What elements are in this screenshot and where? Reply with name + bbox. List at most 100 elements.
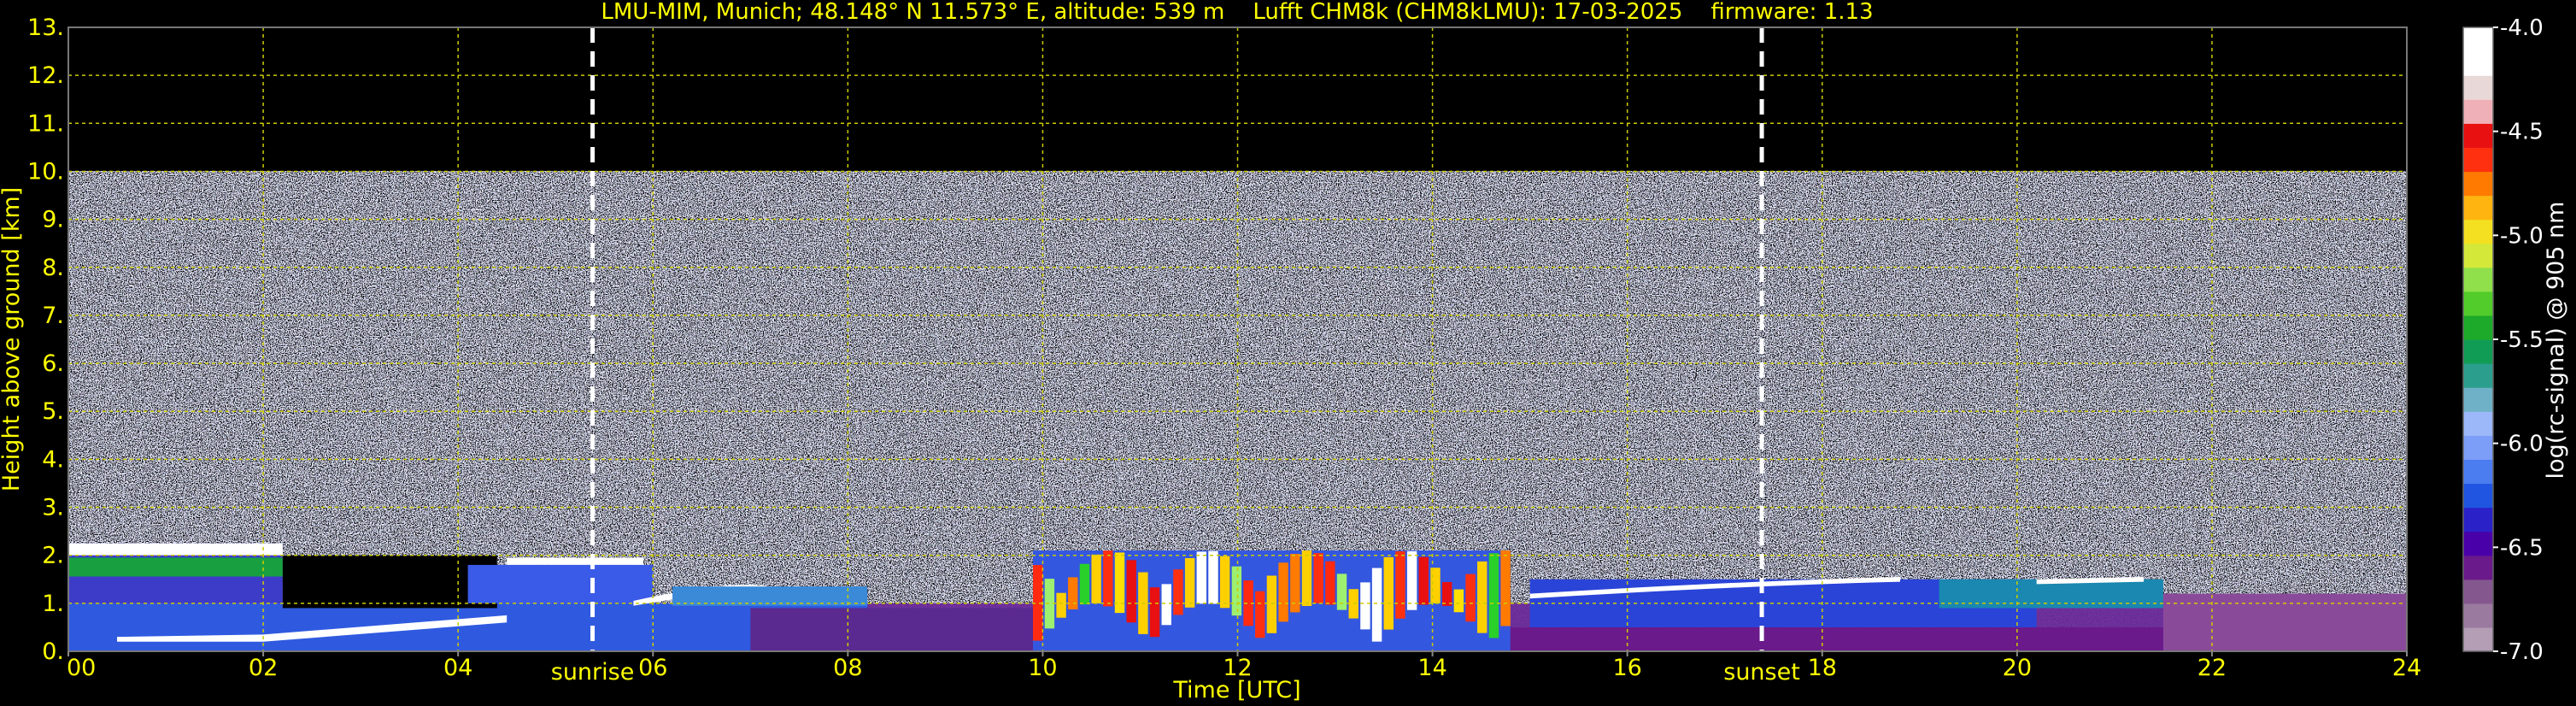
sunset-label: sunset — [1723, 659, 1800, 685]
colorbar-swatch — [2463, 555, 2493, 580]
colorbar-tick-label: -7.0 — [2500, 639, 2544, 665]
colorbar-tick-label: -5.5 — [2500, 327, 2544, 353]
convective-cell — [1441, 582, 1452, 606]
colorbar-swatch — [2463, 171, 2493, 197]
x-tick-label: 10 — [1028, 655, 1057, 681]
colorbar-tick-label: -4.0 — [2500, 15, 2544, 41]
y-tick-label: 2. — [42, 543, 64, 569]
night-purple — [2162, 593, 2407, 651]
morning-cyan — [672, 586, 868, 606]
x-tick-label: 08 — [833, 655, 862, 681]
x-tick-label: 02 — [249, 655, 278, 681]
convective-cell — [1231, 566, 1242, 616]
y-tick-label: 11. — [27, 110, 64, 137]
convective-cell — [1184, 557, 1195, 608]
colorbar-swatch — [2463, 99, 2493, 124]
convective-cell — [1103, 550, 1113, 607]
y-tick-label: 0. — [42, 638, 64, 665]
colorbar-swatch — [2463, 363, 2493, 388]
colorbar-swatch — [2463, 531, 2493, 556]
y-tick-label: 7. — [42, 303, 64, 329]
convective-cell — [1149, 587, 1160, 638]
residual-band-green — [68, 557, 283, 577]
y-tick-label: 3. — [42, 495, 64, 521]
colorbar-swatch — [2463, 627, 2493, 652]
colorbar-swatch — [2463, 51, 2493, 76]
convective-cell — [1068, 577, 1078, 610]
sunrise-aerosol — [467, 564, 654, 603]
colorbar — [2462, 26, 2494, 652]
sunrise-cloud — [507, 557, 643, 565]
convective-cell — [1091, 554, 1101, 603]
colorbar-swatch — [2463, 219, 2493, 244]
convective-cell — [1488, 553, 1499, 638]
sunrise-label: sunrise — [551, 659, 635, 685]
colorbar-swatch — [2463, 339, 2493, 364]
convective-cell — [1360, 582, 1370, 630]
colorbar-tick-label: -6.0 — [2500, 432, 2544, 457]
y-tick-label: 10. — [27, 158, 64, 185]
residual-layer-top — [68, 543, 283, 556]
x-tick-label: 14 — [1417, 655, 1446, 681]
colorbar-swatch — [2463, 27, 2493, 52]
y-tick-label: 1. — [42, 591, 64, 617]
ceilometer-chart: 00 02 04 06 08 10 12 14 16 18 20 22 24 0.1.2.3.4.5.6… — [0, 0, 2569, 703]
mid-morning-aerosol — [750, 608, 1043, 651]
colorbar-swatch — [2463, 387, 2493, 412]
x-axis-label: Time [UTC] — [1172, 677, 1300, 703]
colorbar-swatch — [2463, 459, 2493, 485]
colorbar-swatch — [2463, 603, 2493, 628]
colorbar-label: log(rc-signal) @ 905 nm — [2543, 202, 2569, 479]
convective-cell — [1395, 550, 1405, 619]
y-tick-label: 9. — [42, 207, 64, 233]
morning-aerosol — [68, 603, 868, 651]
convective-cell — [1219, 556, 1230, 609]
colorbar-swatch — [2463, 435, 2493, 460]
y-tick-label: 5. — [42, 398, 64, 425]
chart-title: LMU-MIM, Munich; 48.148° N 11.573° E, al… — [601, 0, 1873, 25]
colorbar-tick-label: -5.0 — [2500, 223, 2544, 249]
convective-cell — [1313, 553, 1323, 603]
convective-cell — [1208, 550, 1218, 604]
convective-cell — [1500, 550, 1511, 627]
convective-cell — [1278, 562, 1288, 622]
convective-cell — [1383, 556, 1394, 630]
colorbar-swatch — [2463, 123, 2493, 148]
colorbar-tick-label: -6.5 — [2500, 535, 2544, 561]
y-tick-labels: 0. 1. 2. 3. 4. 5. 6. 7. 8. 9. 10. 11. 12. 13. — [27, 15, 64, 665]
y-tick-label: 4. — [42, 446, 64, 473]
y-tick-label: 8. — [42, 255, 64, 281]
y-tick-label: 6. — [42, 350, 64, 377]
convective-cell — [1325, 561, 1335, 605]
x-tick-label: 06 — [638, 655, 667, 681]
convective-cell — [1161, 584, 1171, 626]
x-tick-label: 24 — [2392, 655, 2421, 681]
morning-gap — [282, 555, 497, 609]
convective-cell — [1336, 574, 1347, 610]
x-tick-label: 22 — [2198, 655, 2227, 681]
x-tick-label: 04 — [443, 655, 472, 681]
convective-cell — [1079, 563, 1090, 605]
convective-cell — [1465, 574, 1476, 622]
x-tick-label: 00 — [67, 655, 96, 681]
x-tick-label: 20 — [2003, 655, 2032, 681]
colorbar-swatch — [2463, 411, 2493, 436]
x-tick-label: 18 — [1808, 655, 1837, 681]
convective-cell — [1418, 556, 1429, 605]
convective-cell — [1371, 568, 1382, 642]
convective-cell — [1173, 569, 1183, 615]
colorbar-swatch — [2463, 195, 2493, 221]
colorbar-swatch — [2463, 75, 2493, 100]
convective-cell — [1477, 561, 1488, 633]
colorbar-swatch — [2463, 267, 2493, 292]
colorbar-swatch — [2463, 579, 2493, 604]
colorbar-swatch — [2463, 507, 2493, 532]
convective-cell — [1406, 550, 1417, 610]
colorbar-tick-labels: -4.0 -4.5 -5.0 -5.5 -6.0 -6.5 -7.0 — [2493, 15, 2544, 665]
convective-cell — [1126, 560, 1136, 623]
convective-cell — [1453, 589, 1464, 613]
colorbar-swatch — [2463, 483, 2493, 509]
convective-cell — [1301, 550, 1312, 606]
colorbar-tick-label: -4.5 — [2500, 120, 2544, 145]
x-tick-label: 16 — [1612, 655, 1641, 681]
